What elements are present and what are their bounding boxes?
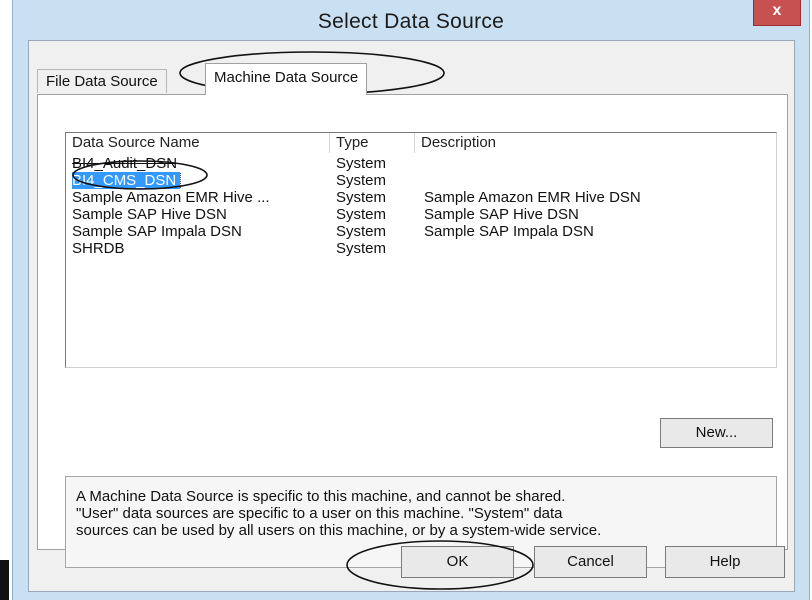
list-header: Data Source Name Type Description (66, 133, 776, 153)
list-item-name-cell: BI4_CMS_DSN (72, 172, 327, 189)
list-item-selected[interactable]: BI4_CMS_DSN System (66, 172, 776, 189)
list-item-name: Sample Amazon EMR Hive ... (72, 189, 270, 206)
title-bar[interactable]: Select Data Source x (13, 0, 809, 38)
list-item-type: System (336, 155, 387, 172)
list-item-description: Sample Amazon EMR Hive DSN (424, 189, 641, 206)
list-item[interactable]: Sample Amazon EMR Hive ... System Sample… (66, 189, 776, 206)
list-item-name: BI4_CMS_DSN (72, 172, 182, 189)
list-item[interactable]: Sample SAP Hive DSN System Sample SAP Hi… (66, 206, 776, 223)
list-item-type: System (336, 172, 387, 189)
ok-button[interactable]: OK (401, 546, 514, 578)
dialog-client-area: File Data Source Machine Data Source Dat… (28, 40, 795, 592)
list-item[interactable]: Sample SAP Impala DSN System Sample SAP … (66, 223, 776, 240)
dialog-title: Select Data Source (317, 10, 505, 33)
list-item-name: Sample SAP Impala DSN (72, 223, 242, 240)
new-button[interactable]: New... (660, 418, 773, 448)
list-item-description: Sample SAP Impala DSN (424, 223, 594, 240)
list-item-type: System (336, 189, 387, 206)
list-item[interactable]: SHRDB System (66, 240, 776, 257)
list-item-description: Sample SAP Hive DSN (424, 206, 579, 223)
list-item-type: System (336, 240, 387, 257)
column-header-type[interactable]: Type (330, 133, 415, 153)
list-item-name: Sample SAP Hive DSN (72, 206, 227, 223)
list-item-type: System (336, 223, 387, 240)
data-source-list[interactable]: Data Source Name Type Description BI4_Au… (65, 132, 777, 368)
background-dark-area (0, 560, 9, 600)
select-data-source-dialog: Select Data Source x File Data Source Ma… (12, 0, 810, 600)
list-item[interactable]: BI4_Audit_DSN System (66, 155, 776, 172)
tab-machine-data-source[interactable]: Machine Data Source (205, 63, 368, 95)
close-icon: x (772, 2, 782, 19)
background-window-edge (0, 0, 12, 600)
cancel-button[interactable]: Cancel (534, 546, 647, 578)
info-text: A Machine Data Source is specific to thi… (76, 488, 602, 539)
list-item-name: BI4_Audit_DSN (72, 155, 178, 172)
tab-file-data-source[interactable]: File Data Source (37, 69, 167, 93)
list-item-name: SHRDB (72, 240, 125, 257)
close-button[interactable]: x (753, 0, 801, 26)
tab-panel: Data Source Name Type Description BI4_Au… (37, 94, 788, 568)
column-header-name[interactable]: Data Source Name (66, 133, 330, 153)
column-header-description[interactable]: Description (415, 133, 776, 153)
list-item-type: System (336, 206, 387, 223)
help-button[interactable]: Help (665, 546, 785, 578)
